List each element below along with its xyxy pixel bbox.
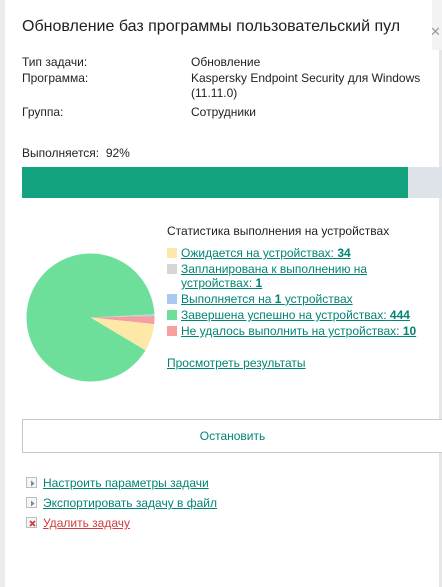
- running-suffix: устройствах: [284, 292, 353, 306]
- pending-devices-link[interactable]: Ожидается на устройствах: 34: [167, 246, 432, 260]
- progress-status: Выполняется: 92%: [22, 146, 130, 160]
- task-type-value: Обновление: [191, 55, 261, 69]
- completed-count: 444: [389, 308, 410, 322]
- export-task-link[interactable]: Экспортировать задачу в файл: [43, 496, 217, 510]
- legend-swatch-pending: [167, 248, 177, 258]
- page-title: Обновление баз программы пользовательски…: [22, 18, 401, 35]
- close-icon[interactable]: ✕: [430, 25, 442, 39]
- progress-percent: 92%: [105, 146, 130, 160]
- legend-item-pending: Ожидается на устройствах: 34: [167, 246, 432, 260]
- view-results-link[interactable]: Просмотреть результаты: [167, 356, 306, 370]
- progress-label: Выполняется:: [22, 146, 100, 160]
- progress-bar-fill: [22, 167, 409, 198]
- program-label: Программа:: [22, 71, 89, 85]
- pending-label: Ожидается на устройствах:: [181, 246, 334, 260]
- scheduled-devices-link[interactable]: Запланирована к выполнению на устройства…: [167, 262, 391, 290]
- scheduled-count: 1: [255, 276, 263, 290]
- completed-label: Завершена успешно на устройствах:: [181, 308, 387, 322]
- completed-devices-link[interactable]: Завершена успешно на устройствах: 444: [167, 308, 432, 322]
- failed-count: 10: [402, 324, 417, 338]
- statistics-pie-chart: [26, 253, 155, 382]
- legend-swatch-completed: [167, 310, 177, 320]
- failed-label: Не удалось выполнить на устройствах:: [181, 324, 400, 338]
- delete-icon: [26, 517, 37, 528]
- arrow-right-icon: [26, 497, 37, 508]
- delete-task-link[interactable]: Удалить задачу: [43, 516, 130, 530]
- task-type-label: Тип задачи:: [22, 55, 88, 69]
- stop-button[interactable]: Остановить: [22, 419, 442, 453]
- left-border: [0, 0, 5, 587]
- legend-item-completed: Завершена успешно на устройствах: 444: [167, 308, 432, 322]
- failed-devices-link[interactable]: Не удалось выполнить на устройствах: 10: [167, 324, 432, 338]
- legend-item-scheduled: Запланирована к выполнению на устройства…: [167, 262, 432, 290]
- running-label: Выполняется на: [181, 292, 272, 306]
- group-value: Сотрудники: [191, 105, 256, 119]
- group-label: Группа:: [22, 105, 64, 119]
- progress-bar: [22, 167, 442, 198]
- pending-count: 34: [337, 246, 351, 260]
- legend-item-failed: Не удалось выполнить на устройствах: 10: [167, 324, 432, 338]
- statistics-title: Статистика выполнения на устройствах: [167, 224, 390, 238]
- arrow-right-icon: [26, 477, 37, 488]
- running-devices-link[interactable]: Выполняется на 1 устройствах: [167, 292, 432, 306]
- legend-swatch-scheduled: [167, 264, 177, 274]
- configure-task-link[interactable]: Настроить параметры задачи: [43, 476, 209, 490]
- legend-swatch-running: [167, 294, 177, 304]
- running-count: 1: [274, 292, 282, 306]
- program-value: Kaspersky Endpoint Security для Windows …: [191, 71, 421, 100]
- legend-swatch-failed: [167, 326, 177, 336]
- scheduled-label: Запланирована к выполнению на устройства…: [181, 262, 368, 290]
- legend-item-running: Выполняется на 1 устройствах: [167, 292, 432, 306]
